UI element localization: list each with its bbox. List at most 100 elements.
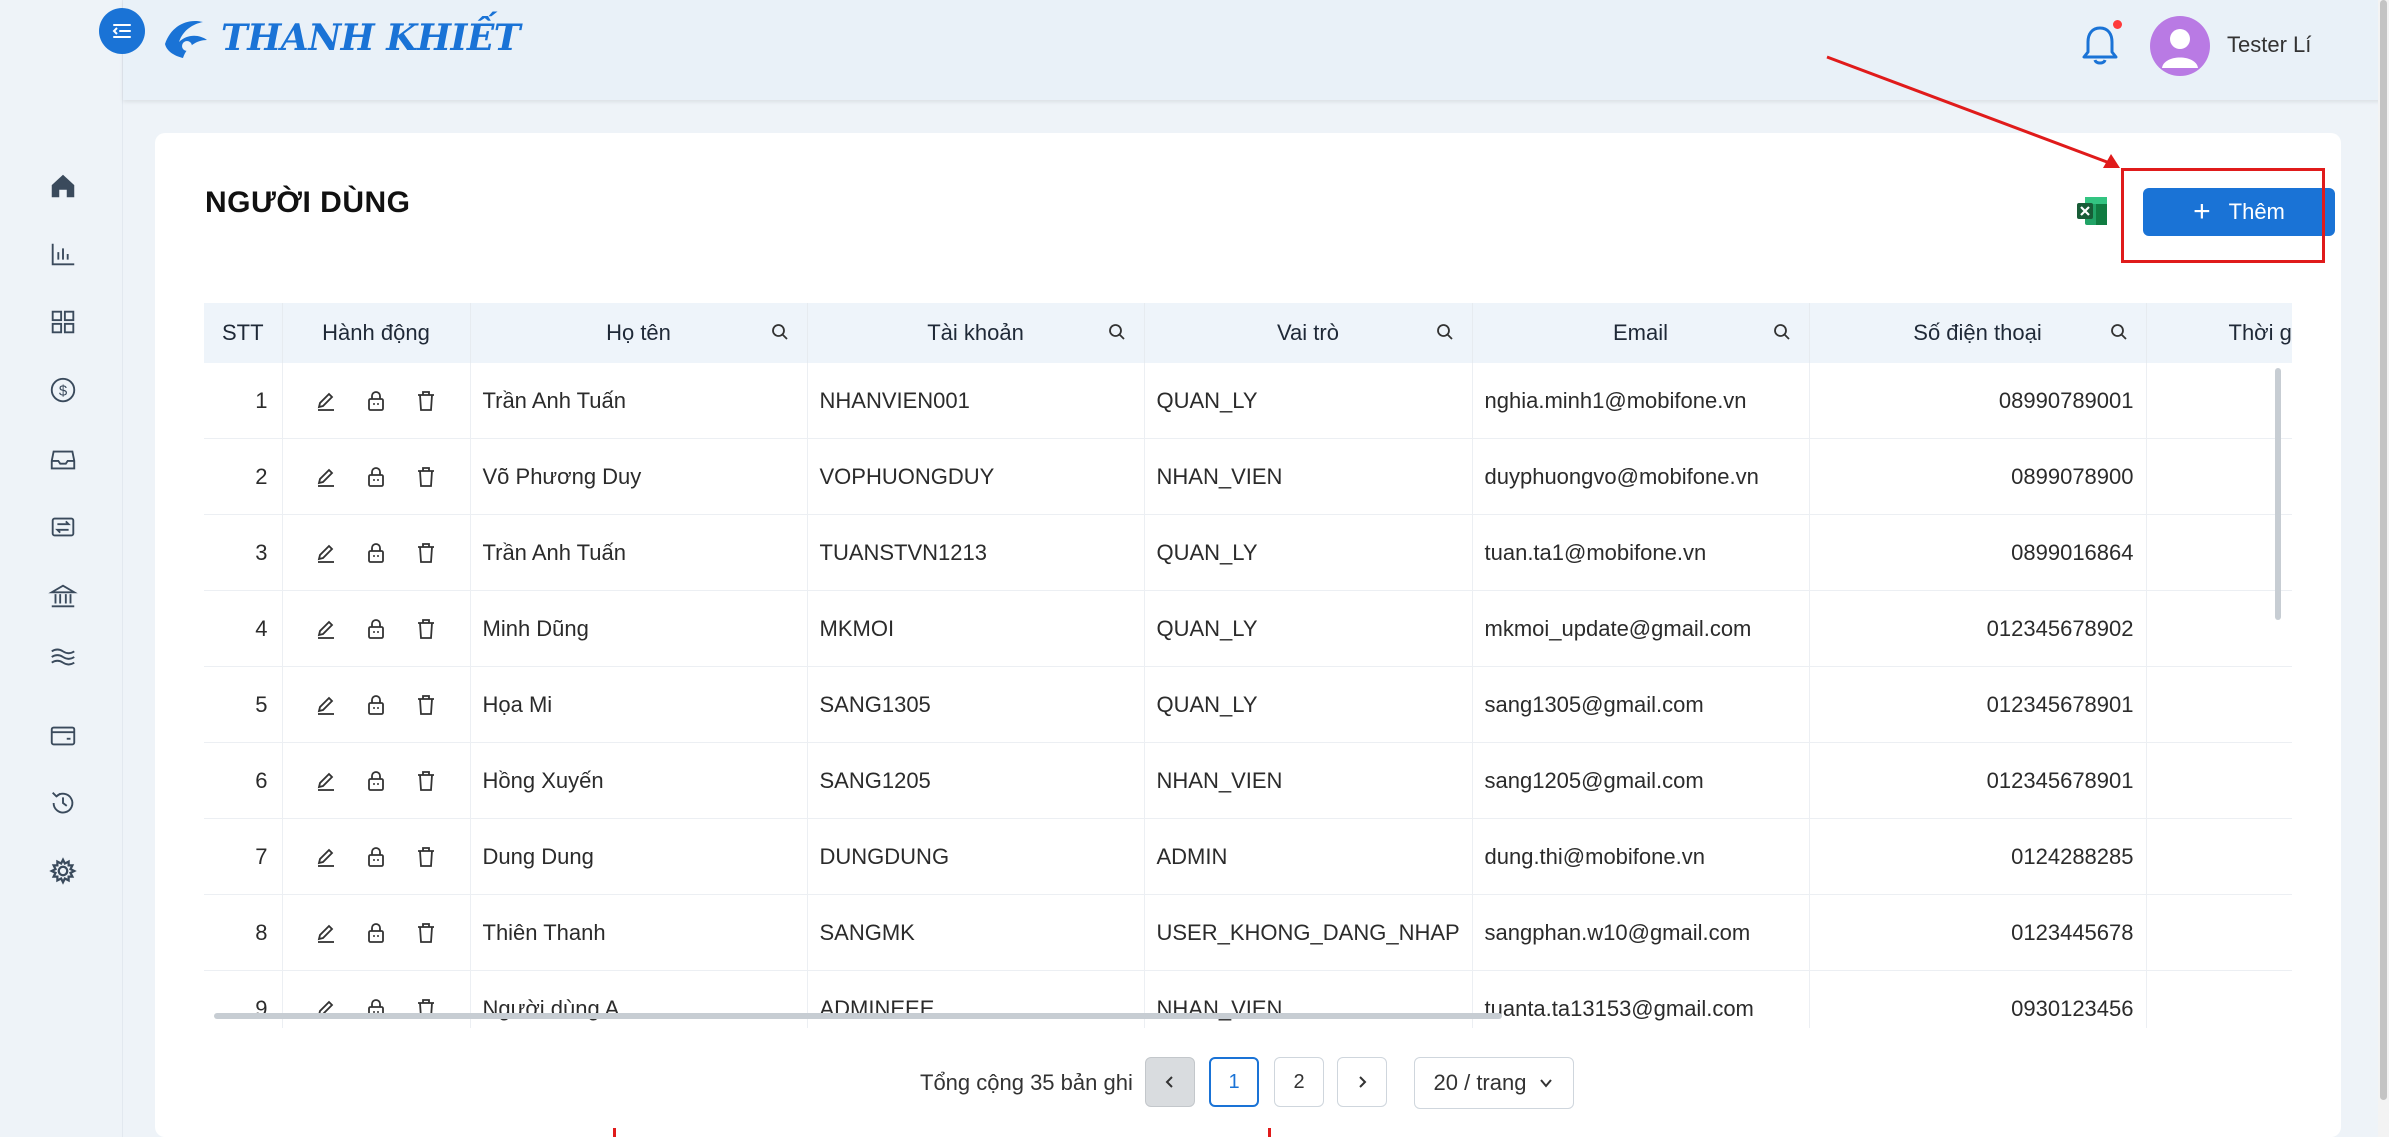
user-role: QUAN_LY: [1144, 666, 1473, 743]
user-time: [2146, 894, 2292, 971]
sidebar-item-grid[interactable]: [46, 305, 80, 339]
grid-icon: [51, 310, 75, 334]
user-email: tuan.ta1@mobifone.vn: [1472, 514, 1810, 591]
user-role: NHAN_VIEN: [1144, 438, 1473, 515]
table-row[interactable]: 9 Người dùng A ADMINEEE NHAN_VIEN tuanta.ta1…: [204, 970, 2292, 1028]
sidebar-item-inbox[interactable]: [46, 442, 80, 476]
page-size-select[interactable]: 20 / trang: [1414, 1057, 1574, 1109]
table-row[interactable]: 7 Dung Dung DUNGDUNG ADMIN dung.thi@mobifone…: [204, 818, 2292, 895]
row-actions: [282, 363, 471, 439]
edit-icon: [317, 696, 334, 715]
search-icon[interactable]: [1108, 323, 1126, 341]
search-icon[interactable]: [771, 323, 789, 341]
edit-button[interactable]: [314, 617, 338, 641]
delete-icon: [418, 542, 434, 563]
page-button-1[interactable]: 1: [1209, 1057, 1259, 1107]
column-header: STT: [204, 303, 283, 363]
excel-export-icon[interactable]: [2075, 194, 2109, 228]
horizontal-scrollbar[interactable]: [214, 1013, 1502, 1019]
sidebar-item-dollar-circle[interactable]: $: [46, 373, 80, 407]
table-row[interactable]: 4 Minh Dũng MKMOI QUAN_LY mkmoi_update@gmail…: [204, 590, 2292, 667]
lock-button[interactable]: [364, 541, 388, 565]
sidebar-item-wallet[interactable]: [46, 718, 80, 752]
edit-button[interactable]: [314, 921, 338, 945]
delete-button[interactable]: [414, 921, 438, 945]
search-icon[interactable]: [1773, 323, 1791, 341]
sidebar-item-history[interactable]: [46, 786, 80, 820]
row-actions: [282, 742, 471, 819]
edit-button[interactable]: [314, 693, 338, 717]
column-header-label: Email: [1612, 320, 1668, 345]
search-icon[interactable]: [2110, 323, 2128, 341]
delete-icon: [418, 618, 434, 639]
column-header: Họ tên: [470, 303, 808, 363]
logo-wave-icon: [159, 12, 211, 64]
page-scrollbar[interactable]: [2378, 0, 2389, 1137]
user-time: [2146, 590, 2292, 667]
svg-text:$: $: [59, 383, 68, 400]
delete-button[interactable]: [414, 465, 438, 489]
lock-icon: [368, 618, 384, 639]
edit-button[interactable]: [314, 389, 338, 413]
column-header-label: STT: [221, 320, 264, 345]
avatar[interactable]: [2150, 16, 2210, 76]
edit-button[interactable]: [314, 541, 338, 565]
lock-icon: [368, 922, 384, 943]
sidebar-item-gear[interactable]: [46, 854, 80, 888]
user-phone: 0930123456: [1809, 970, 2147, 1028]
row-actions: [282, 514, 471, 591]
table-row[interactable]: 1 Trần Anh Tuấn NHANVIEN001 QUAN_LY nghia.mi…: [204, 363, 2292, 439]
next-page-button[interactable]: [1337, 1057, 1387, 1107]
delete-button[interactable]: [414, 693, 438, 717]
sidebar-item-bank[interactable]: [46, 579, 80, 613]
lock-icon: [368, 466, 384, 487]
user-full-name: Hồng Xuyến: [470, 742, 808, 819]
user-phone: 0899078900: [1809, 438, 2147, 515]
lock-button[interactable]: [364, 693, 388, 717]
column-header: Hành động: [282, 303, 471, 363]
waves-icon: [51, 648, 75, 666]
sidebar-item-bar-chart[interactable]: [46, 237, 80, 271]
sidebar-item-home[interactable]: [46, 169, 80, 203]
lock-button[interactable]: [364, 921, 388, 945]
edit-button[interactable]: [314, 465, 338, 489]
table-row[interactable]: 2 Võ Phương Duy VOPHUONGDUY NHAN_VIEN duyphu…: [204, 438, 2292, 515]
edit-button[interactable]: [314, 845, 338, 869]
lock-button[interactable]: [364, 845, 388, 869]
highlight-box: [2121, 168, 2325, 263]
edit-icon: [317, 468, 334, 487]
inbox-icon: [50, 450, 76, 470]
search-icon[interactable]: [1436, 323, 1454, 341]
lock-button[interactable]: [364, 389, 388, 413]
menu-toggle-button[interactable]: [99, 8, 145, 54]
lock-icon: [368, 770, 384, 791]
delete-button[interactable]: [414, 389, 438, 413]
lock-button[interactable]: [364, 465, 388, 489]
table-row[interactable]: 5 Họa Mi SANG1305 QUAN_LY sang1305@gmail.com…: [204, 666, 2292, 743]
column-header: Vai trò: [1144, 303, 1473, 363]
table-row[interactable]: 8 Thiên Thanh SANGMK USER_KHONG_DANG_NHAP sa…: [204, 894, 2292, 971]
table-row[interactable]: 3 Trần Anh Tuấn TUANSTVN1213 QUAN_LY tuan.ta…: [204, 514, 2292, 591]
prev-page-button[interactable]: [1145, 1057, 1195, 1107]
delete-button[interactable]: [414, 541, 438, 565]
delete-button[interactable]: [414, 769, 438, 793]
table-header-row: STT Hành động Họ tên Tài khoản Vai trò Email S…: [204, 303, 2292, 363]
user-full-name: Dung Dung: [470, 818, 808, 895]
brand-logo[interactable]: THANH KHIẾT: [157, 10, 521, 66]
delete-button[interactable]: [414, 617, 438, 641]
lock-button[interactable]: [364, 617, 388, 641]
user-name[interactable]: Tester Lí: [2227, 32, 2311, 58]
annotation-mark: [1268, 1128, 1271, 1137]
user-phone: 012345678902: [1809, 590, 2147, 667]
page-button-2[interactable]: 2: [1274, 1057, 1324, 1107]
bank-icon: [48, 584, 78, 608]
table-row[interactable]: 6 Hồng Xuyến SANG1205 NHAN_VIEN sang1205@gma…: [204, 742, 2292, 819]
lock-button[interactable]: [364, 769, 388, 793]
sidebar-item-waves[interactable]: [46, 640, 80, 674]
delete-button[interactable]: [414, 845, 438, 869]
user-email: sang1205@gmail.com: [1472, 742, 1810, 819]
sidebar-item-transfer[interactable]: [46, 510, 80, 544]
edit-button[interactable]: [314, 769, 338, 793]
lock-icon: [368, 846, 384, 867]
vertical-scrollbar[interactable]: [2275, 368, 2281, 620]
